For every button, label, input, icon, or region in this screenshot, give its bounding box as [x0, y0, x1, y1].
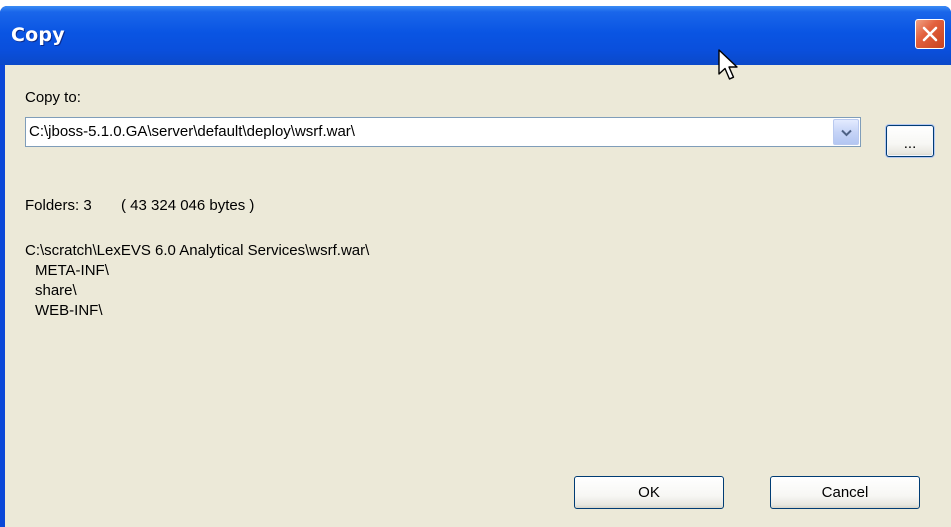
browse-button[interactable]: ... — [886, 125, 934, 157]
chevron-down-icon — [841, 129, 852, 137]
destination-dropdown-button[interactable] — [833, 119, 859, 145]
source-folder-item: WEB-INF\ — [35, 302, 103, 319]
close-button[interactable] — [915, 19, 945, 49]
source-folder-item: META-INF\ — [35, 262, 109, 279]
copy-dialog-window: Copy Copy to: C:\jboss-5.1.0.GA\server\d… — [0, 6, 951, 527]
source-folder-item: share\ — [35, 282, 77, 299]
mouse-pointer-icon — [718, 49, 738, 80]
destination-combobox[interactable]: C:\jboss-5.1.0.GA\server\default\deploy\… — [25, 117, 861, 147]
window-title: Copy — [11, 24, 65, 46]
destination-path-value[interactable]: C:\jboss-5.1.0.GA\server\default\deploy\… — [29, 123, 355, 140]
cancel-button[interactable]: Cancel — [770, 476, 920, 509]
total-size: ( 43 324 046 bytes ) — [121, 197, 255, 214]
dialog-body: Copy to: C:\jboss-5.1.0.GA\server\defaul… — [5, 65, 951, 527]
source-path: C:\scratch\LexEVS 6.0 Analytical Service… — [25, 242, 370, 259]
title-bar[interactable]: Copy — [0, 6, 951, 65]
folders-count: Folders: 3 — [25, 197, 92, 214]
ok-button[interactable]: OK — [574, 476, 724, 509]
copy-to-label: Copy to: — [25, 89, 81, 106]
close-icon — [922, 26, 938, 42]
